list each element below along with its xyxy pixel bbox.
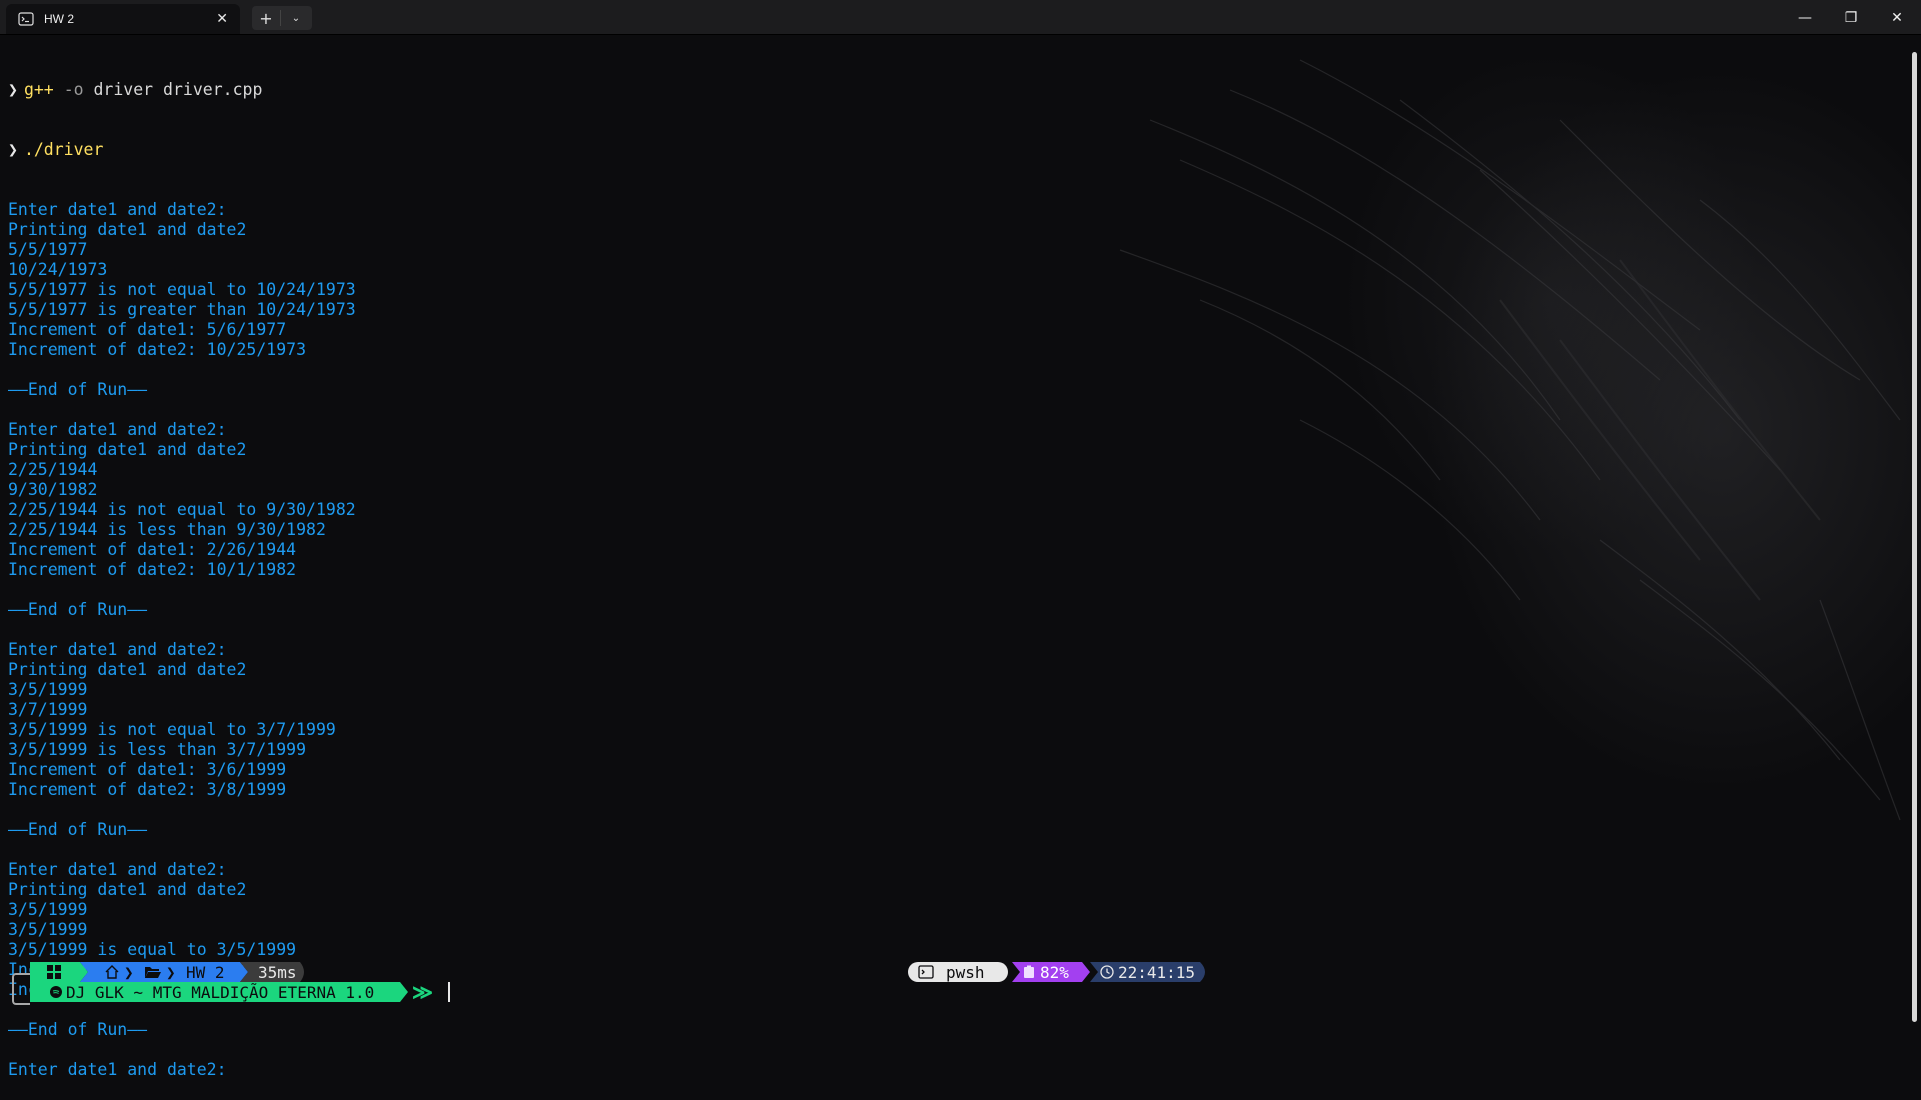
folder-open-icon	[144, 962, 162, 982]
path-separator-icon: ❯	[166, 962, 176, 982]
powerline-segments	[30, 962, 1205, 1002]
now-playing-text: DJ GLK ~ MTG MALDIÇÃO ETERNA 1.0	[66, 982, 375, 1002]
folder-name: HW 2	[186, 962, 225, 982]
execution-time: 35ms	[258, 962, 297, 982]
home-icon	[104, 962, 120, 982]
windows-logo-icon	[46, 962, 62, 982]
battery-icon	[1022, 962, 1036, 982]
clock-time: 22:41:15	[1118, 962, 1196, 982]
shell-name: pwsh	[946, 962, 985, 982]
clock-icon	[1100, 962, 1114, 982]
path-separator-icon: ❯	[124, 962, 134, 982]
console-icon	[918, 962, 934, 982]
output-line: Enter date1 and date2:	[8, 1060, 227, 1079]
battery-level: 82%	[1040, 962, 1069, 982]
text-cursor	[448, 982, 450, 1002]
spotify-icon	[50, 982, 62, 1002]
prompt-symbol: ≫	[412, 980, 433, 1004]
